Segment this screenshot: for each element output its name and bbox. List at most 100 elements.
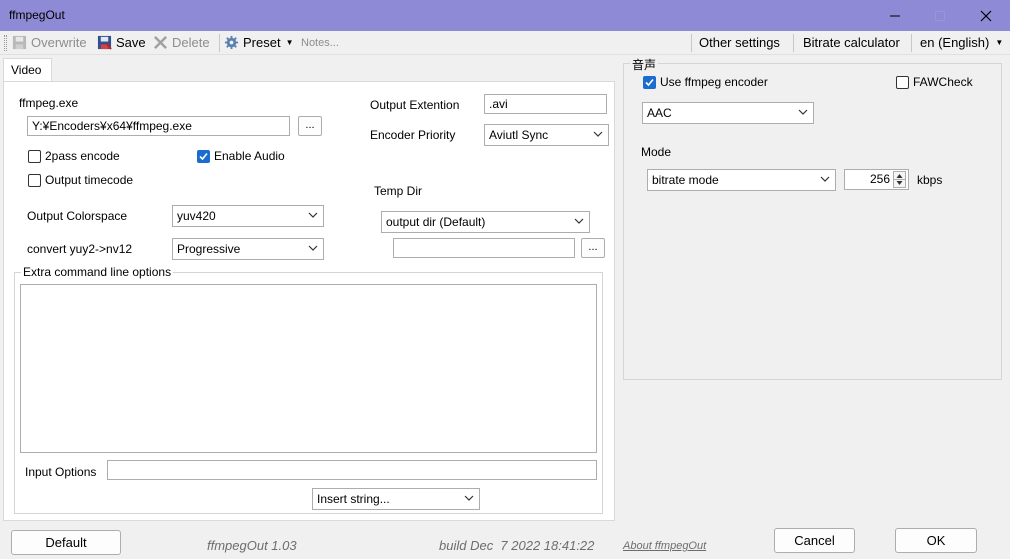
tab-video-label: Video: [11, 63, 42, 77]
input-options-input[interactable]: [107, 460, 597, 480]
ok-button[interactable]: OK: [895, 528, 977, 553]
preset-dropdown[interactable]: Preset ▼: [224, 35, 294, 50]
overwrite-label: Overwrite: [31, 35, 87, 50]
extra-options-label: Extra command line options: [21, 265, 174, 279]
enable-audio-checkbox[interactable]: Enable Audio: [197, 149, 285, 163]
output-colorspace-value: yuv420: [177, 209, 216, 223]
tab-video[interactable]: Video: [3, 58, 52, 82]
chevron-down-icon: ▼: [995, 38, 1004, 47]
temp-dir-select[interactable]: output dir (Default): [381, 211, 590, 233]
toolbar-separator: [219, 34, 220, 52]
use-ffmpeg-label: Use ffmpeg encoder: [660, 75, 768, 89]
checkbox-box: [197, 149, 210, 163]
toolbar-separator: [911, 34, 912, 52]
checkmark-icon: [645, 78, 654, 86]
output-timecode-label: Output timecode: [45, 173, 134, 187]
delete-button[interactable]: Delete: [153, 35, 210, 50]
ffmpeg-path-input[interactable]: Y:¥Encoders¥x64¥ffmpeg.exe: [27, 116, 290, 136]
checkbox-box: [896, 75, 909, 89]
fawcheck-label: FAWCheck: [913, 75, 973, 89]
audio-codec-value: AAC: [647, 106, 672, 120]
bitrate-stepper[interactable]: [893, 171, 906, 188]
encoder-priority-select[interactable]: Aviutl Sync: [484, 124, 609, 146]
other-settings-label: Other settings: [699, 35, 780, 50]
preset-label: Preset: [243, 35, 281, 50]
checkbox-box: [643, 75, 656, 89]
encoder-priority-value: Aviutl Sync: [489, 128, 549, 142]
minimize-button[interactable]: [872, 0, 918, 31]
close-button[interactable]: [963, 0, 1009, 31]
toolbar: Overwrite Save Delete Preset ▼ Notes... …: [0, 31, 1010, 55]
chevron-down-icon: [798, 109, 808, 115]
chevron-down-icon: [593, 131, 603, 137]
delete-label: Delete: [172, 35, 210, 50]
twopass-label: 2pass encode: [45, 149, 120, 163]
extra-options-textarea[interactable]: [20, 284, 597, 453]
bitrate-unit: kbps: [917, 173, 943, 187]
convert-select[interactable]: Progressive: [172, 238, 324, 260]
maximize-button[interactable]: [917, 0, 963, 31]
output-colorspace-select[interactable]: yuv420: [172, 205, 324, 227]
checkbox-box: [28, 149, 41, 163]
convert-value: Progressive: [177, 242, 241, 256]
encoder-priority-label: Encoder Priority: [370, 128, 456, 142]
overwrite-button[interactable]: Overwrite: [12, 35, 87, 50]
cancel-button[interactable]: Cancel: [774, 528, 855, 553]
bitrate-calculator-label: Bitrate calculator: [803, 35, 900, 50]
output-colorspace-label: Output Colorspace: [27, 209, 128, 223]
output-timecode-checkbox[interactable]: Output timecode: [28, 173, 133, 187]
language-dropdown[interactable]: en (English) ▼: [920, 35, 1003, 50]
other-settings-button[interactable]: Other settings: [699, 35, 780, 50]
language-label: en (English): [920, 35, 990, 50]
stepper-arrows-icon: [894, 174, 905, 185]
save-disk-icon: [12, 35, 27, 50]
save-label: Save: [116, 35, 146, 50]
temp-dir-path-input[interactable]: [393, 238, 575, 258]
version-label: ffmpegOut 1.03: [207, 538, 297, 553]
close-icon: [980, 10, 992, 21]
chevron-down-icon: [308, 245, 318, 251]
mode-label: Mode: [641, 145, 672, 159]
checkmark-icon: [199, 152, 208, 160]
about-link[interactable]: About ffmpegOut: [623, 540, 706, 552]
ffmpeg-exe-label: ffmpeg.exe: [19, 96, 79, 110]
insert-string-value: Insert string...: [317, 492, 390, 506]
enable-audio-label: Enable Audio: [214, 149, 285, 163]
insert-string-select[interactable]: Insert string...: [312, 488, 480, 510]
input-options-label: Input Options: [25, 465, 97, 479]
toolbar-grip[interactable]: [4, 35, 7, 51]
mode-select[interactable]: bitrate mode: [647, 169, 836, 191]
convert-label: convert yuy2->nv12: [27, 242, 133, 256]
minimize-icon: [890, 15, 900, 16]
chevron-down-icon: [574, 218, 584, 224]
maximize-icon: [935, 10, 945, 21]
use-ffmpeg-checkbox[interactable]: Use ffmpeg encoder: [643, 75, 768, 89]
save-button[interactable]: Save: [97, 35, 146, 50]
notes-field[interactable]: Notes...: [301, 37, 339, 49]
mode-value: bitrate mode: [652, 173, 719, 187]
chevron-down-icon: [464, 495, 474, 501]
delete-x-icon: [154, 36, 167, 49]
chevron-down-icon: [308, 212, 318, 218]
gear-icon: [224, 35, 239, 50]
fawcheck-checkbox[interactable]: FAWCheck: [896, 75, 973, 89]
chevron-down-icon: [820, 176, 830, 182]
audio-group-label: 音声: [630, 56, 659, 73]
bitrate-calculator-button[interactable]: Bitrate calculator: [803, 35, 900, 50]
twopass-checkbox[interactable]: 2pass encode: [28, 149, 120, 163]
output-extention-input[interactable]: .avi: [484, 94, 607, 114]
checkbox-box: [28, 173, 41, 187]
bitrate-value: 256: [869, 172, 890, 186]
output-extention-label: Output Extention: [370, 98, 460, 112]
toolbar-separator: [793, 34, 794, 52]
toolbar-separator: [691, 34, 692, 52]
audio-codec-select[interactable]: AAC: [642, 102, 814, 124]
default-button[interactable]: Default: [11, 530, 121, 555]
save-icon: [97, 35, 112, 50]
temp-dir-value: output dir (Default): [386, 215, 486, 229]
title-bar: ffmpegOut: [0, 0, 1010, 31]
ffmpeg-browse-button[interactable]: ...: [298, 116, 322, 136]
temp-dir-label: Temp Dir: [374, 184, 423, 198]
chevron-down-icon: ▼: [285, 38, 294, 47]
temp-dir-browse-button[interactable]: ...: [581, 238, 605, 258]
